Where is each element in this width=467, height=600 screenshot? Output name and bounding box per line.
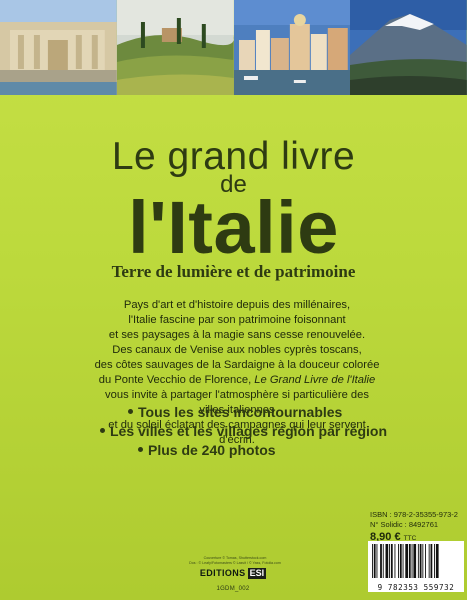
publisher-logo: EDITIONS ESI	[193, 567, 273, 579]
procida-harbor-photo	[233, 0, 351, 95]
feature-item: Les villes et les villages région par ré…	[100, 422, 387, 441]
product-code: 1GDM_002	[216, 586, 250, 592]
solidic-number: N° Solidic : 8492761	[370, 520, 439, 529]
isbn-block: ISBN : 978-2-35355-973-2 N° Solidic : 84…	[370, 510, 464, 544]
blurb-line: Pays d'art et d'histoire depuis des mill…	[123, 299, 351, 311]
blurb-line: l'Italie fascine par son patrimoine fois…	[128, 314, 346, 326]
barcode-bars-icon	[372, 544, 439, 578]
feature-list: Tous les sites incontournables Les ville…	[100, 403, 387, 460]
blurb-line: Des canaux de Venise aux nobles cyprès t…	[112, 344, 362, 356]
bullet-icon	[128, 409, 133, 414]
publisher-logo-icon: ESI	[247, 567, 267, 579]
blurb-line: du Ponte Vecchio de Florence, Le Grand L…	[92, 373, 382, 388]
tuscany-hills-photo	[116, 0, 234, 95]
credits-line: Dos : © Leafy/Fotomasters © Lasvit / © Y…	[189, 561, 281, 565]
bullet-icon	[138, 447, 143, 452]
feature-item-label: Plus de 240 photos	[148, 442, 276, 458]
feature-item-label: Les villes et les villages région par ré…	[110, 423, 387, 439]
photo-strip	[0, 0, 467, 95]
barcode: 9 782353 559732	[368, 541, 464, 592]
etna-volcano-photo	[350, 0, 467, 95]
blurb-line: et ses paysages à la magie sans cesse re…	[108, 329, 366, 341]
blurb-line: des côtes sauvages de la Sardaigne à la …	[94, 359, 380, 371]
feature-item: Plus de 240 photos	[100, 441, 380, 460]
photo-credits: Couverture © Tomas, Shutterstock.com Dos…	[170, 556, 300, 566]
feature-item: Tous les sites incontournables	[100, 403, 380, 422]
bullet-icon	[100, 428, 105, 433]
blurb-line-text: du Ponte Vecchio de Florence,	[98, 374, 252, 386]
book-back-cover: Le grand livre de l'Italie Terre de lumi…	[0, 0, 467, 600]
title-line3: l'Italie	[128, 186, 339, 269]
publisher-name: EDITIONS	[199, 568, 246, 578]
feature-item-label: Tous les sites incontournables	[138, 404, 343, 420]
isbn: ISBN : 978-2-35355-973-2	[370, 510, 458, 519]
subtitle: Terre de lumière et de patrimoine	[111, 262, 356, 281]
barcode-number: 9 782353 559732	[377, 583, 455, 592]
book-title-italic: Le Grand Livre de l'Italie	[254, 374, 376, 386]
trevi-fountain-photo	[0, 0, 117, 95]
